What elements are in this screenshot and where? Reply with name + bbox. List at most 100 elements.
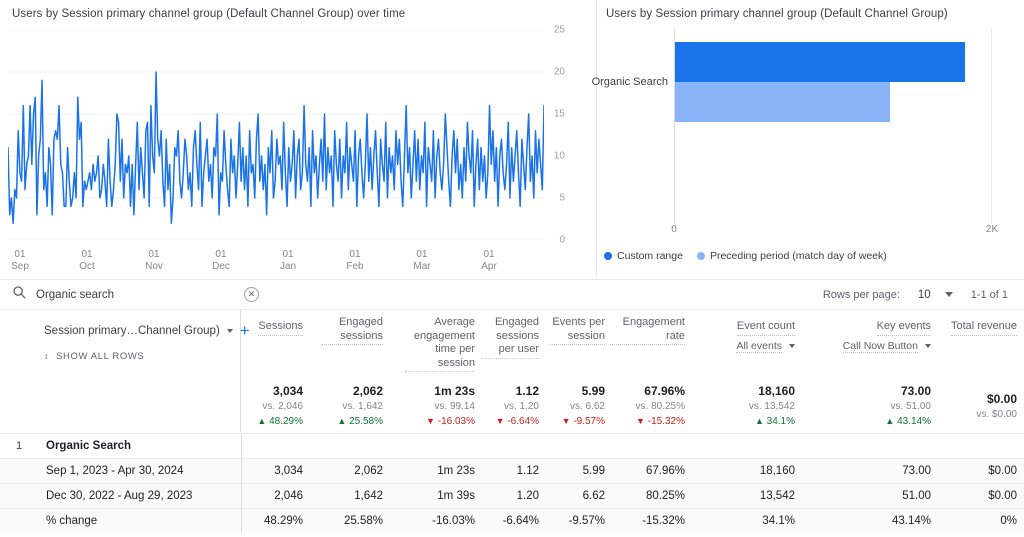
summary-value: 73.00 [900, 384, 931, 398]
row-cell-8: $0.00 [988, 465, 1017, 477]
pagination-range: 1-1 of 1 [970, 288, 1008, 301]
column-header-5[interactable]: Engagement rate [610, 316, 685, 345]
table-row[interactable]: Dec 30, 2022 - Aug 29, 2023 2,046 1,642 1m … [0, 483, 1024, 508]
column-header-label: Average engagement time per session [405, 316, 475, 372]
column-header-2[interactable]: Average engagement time per session [405, 316, 475, 372]
line-chart-xtick: 01 Sep [11, 249, 29, 272]
row-cell-4: -9.57% [568, 515, 605, 527]
charts-row: Users by Session primary channel group (… [0, 0, 1024, 277]
bar-preceding-period[interactable] [675, 82, 890, 122]
table-row[interactable]: 1 Organic Search [0, 433, 1024, 458]
legend-item-0[interactable]: Custom range [604, 250, 683, 262]
row-cell-7: 73.00 [902, 465, 931, 477]
line-chart-ytick: 15 [553, 108, 565, 120]
row-cell-5: 80.25% [645, 490, 685, 502]
summary-delta-value: 48.29% [269, 416, 303, 427]
dimension-column-header: Session primary…Channel Group) + ↕ SHOW … [0, 310, 250, 432]
row-cell-8: 0% [1000, 515, 1017, 527]
column-header-label: Sessions [258, 320, 303, 336]
column-header-label: Total revenue [950, 320, 1017, 336]
arrow-up-icon: ▲ [257, 416, 267, 426]
chevron-down-icon [789, 344, 795, 348]
column-header-label: Engagement rate [610, 316, 685, 345]
line-chart-ytick: 20 [553, 66, 565, 78]
column-header-3[interactable]: Engaged sessions per user [481, 316, 539, 359]
row-cell-1: 1,642 [354, 490, 383, 502]
summary-value: 1m 23s [434, 384, 475, 398]
summary-delta: ▲ 25.58% [321, 414, 383, 429]
line-chart-title: Users by Session primary channel group (… [12, 8, 406, 20]
summary-delta: ▲ 48.29% [228, 414, 303, 429]
column-header-1[interactable]: Engaged sessions [321, 316, 383, 345]
line-chart-y-axis: 0 5 10 15 20 25 [545, 25, 585, 246]
row-cell-2: 1m 23s [437, 465, 475, 477]
summary-cell-0: 3,034 vs. 2,046 ▲ 48.29% [228, 384, 303, 429]
show-all-rows-label: SHOW ALL ROWS [56, 351, 145, 362]
metric-column-headers: Sessions Engaged sessions Average engageme… [241, 310, 1024, 378]
column-header-4[interactable]: Events per session [550, 316, 605, 345]
column-header-filter[interactable]: All events [700, 340, 795, 353]
column-header-6[interactable]: Event count All events [700, 316, 795, 353]
line-chart-ytick: 25 [553, 24, 565, 36]
column-header-filter[interactable]: Call Now Button [816, 340, 931, 353]
row-cell-6: 18,160 [759, 465, 795, 477]
legend-color-swatch [604, 252, 612, 260]
line-chart-card: Users by Session primary channel group (… [0, 0, 596, 277]
column-header-8[interactable]: Total revenue [942, 316, 1017, 336]
legend-color-swatch [696, 252, 705, 260]
dimension-selector[interactable]: Session primary…Channel Group) + [0, 310, 250, 339]
summary-previous: vs. 80.25% [635, 401, 685, 412]
column-header-label: Key events [876, 320, 931, 336]
bar-chart-plot: Organic Search [592, 28, 992, 224]
row-cell-3: 1.20 [516, 490, 539, 502]
legend-item-1[interactable]: Preceding period (match day of week) [696, 250, 887, 262]
row-cell-7: 43.14% [891, 515, 931, 527]
column-header-label: Engaged sessions [321, 316, 383, 345]
column-header-7[interactable]: Key events Call Now Button [816, 316, 931, 353]
row-cell-0: 2,046 [274, 490, 303, 502]
arrow-down-icon: ▼ [495, 416, 505, 426]
summary-delta: ▼ -15.32% [610, 414, 685, 429]
clear-search-icon[interactable]: ✕ [244, 287, 259, 302]
column-header-label: Engaged sessions per user [481, 316, 539, 359]
column-header-0[interactable]: Sessions [228, 316, 303, 336]
search-input[interactable] [36, 288, 196, 301]
summary-delta: ▼ -6.64% [481, 414, 539, 429]
row-cell-5: -15.32% [642, 515, 685, 527]
summary-value: 2,062 [352, 384, 383, 398]
row-cell-3: 1.12 [516, 465, 539, 477]
arrow-up-icon: ▲ [337, 416, 347, 426]
summary-cell-8: $0.00 vs. $0.00 [942, 392, 1017, 422]
bar-custom-range[interactable] [675, 42, 966, 82]
bar-chart-x-axis: 0 2K [671, 224, 998, 240]
line-chart-xtick: 01 Mar [413, 249, 431, 272]
column-header-label: Events per session [550, 316, 605, 345]
show-all-rows-button[interactable]: ↕ SHOW ALL ROWS [0, 339, 240, 362]
bar-chart-card: Users by Session primary channel group (… [592, 0, 1024, 277]
sort-arrows-icon: ↕ [44, 351, 50, 361]
chevron-down-icon [925, 344, 931, 348]
table-rows: 1 Organic Search Sep 1, 2023 - Apr 30, 202… [0, 433, 1024, 533]
row-label: Dec 30, 2022 - Aug 29, 2023 [46, 490, 193, 502]
summary-previous: vs. 1.20 [503, 401, 539, 412]
summary-previous: vs. 99.14 [434, 401, 475, 412]
line-chart-plot [8, 30, 544, 240]
summary-cell-1: 2,062 vs. 1,642 ▲ 25.58% [321, 384, 383, 429]
row-cell-0: 48.29% [263, 515, 303, 527]
line-chart-svg [8, 30, 544, 240]
rows-per-page-value: 10 [917, 288, 931, 301]
arrow-down-icon: ▼ [636, 416, 645, 426]
table-row[interactable]: Sep 1, 2023 - Apr 30, 2024 3,034 2,062 1m 2… [0, 458, 1024, 483]
summary-cell-5: 67.96% vs. 80.25% ▼ -15.32% [610, 384, 685, 429]
search-icon [12, 285, 26, 304]
table-row[interactable]: % change 48.29% 25.58% -16.03% -6.64% -9.57% -… [0, 508, 1024, 533]
rows-per-page-select[interactable]: 10 [918, 289, 953, 301]
row-label: % change [46, 515, 98, 527]
summary-delta-value: -6.64% [507, 416, 539, 427]
row-cell-6: 34.1% [762, 515, 795, 527]
arrow-down-icon: ▼ [426, 416, 435, 426]
summary-delta: ▼ -16.03% [405, 414, 475, 429]
bar-xtick-max: 2K [985, 224, 999, 235]
summary-delta-value: -16.03% [437, 416, 475, 427]
summary-previous: vs. 2,046 [262, 401, 303, 412]
